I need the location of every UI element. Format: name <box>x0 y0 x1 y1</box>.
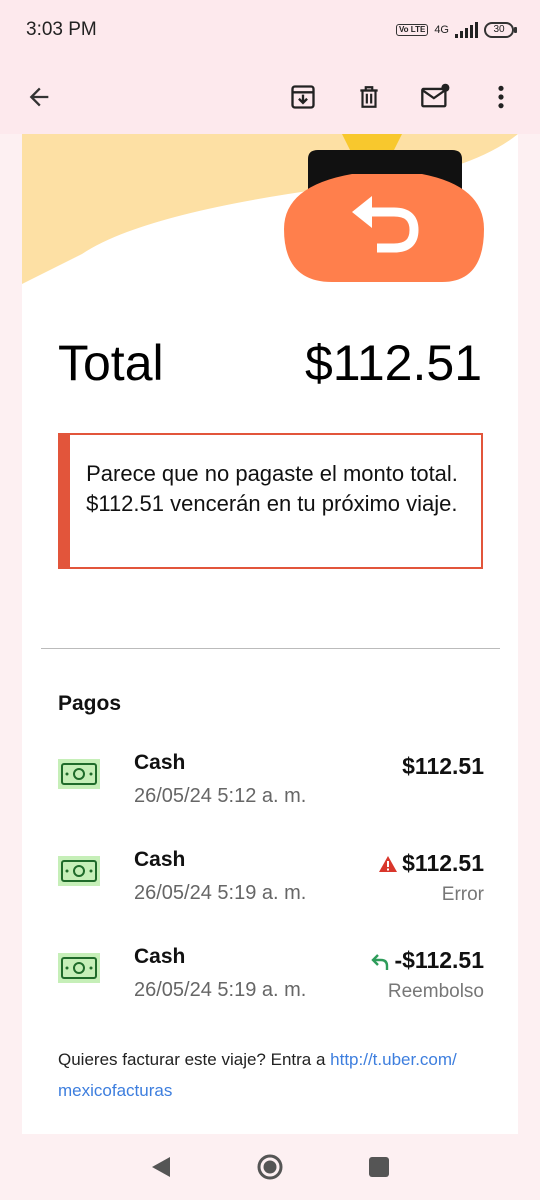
invoice-note: Quieres facturar este viaje? Entra a htt… <box>58 1044 488 1106</box>
refund-icon <box>371 953 389 970</box>
payment-amount: $112.51 <box>402 850 484 876</box>
back-arrow-icon[interactable] <box>22 80 56 114</box>
divider <box>41 648 500 649</box>
payment-amount: -$112.51 <box>394 947 484 973</box>
invoice-note-text: Quieres facturar este viaje? Entra a <box>58 1050 331 1069</box>
payment-method: Cash <box>134 848 186 871</box>
status-icons: Vo LTE 4G 30 <box>395 22 517 38</box>
total-row: Total $112.51 <box>58 334 482 392</box>
payment-amount-wrap: -$112.51 <box>370 947 484 974</box>
unpaid-alert: Parece que no pagaste el monto total. $1… <box>58 433 483 569</box>
total-label: Total <box>58 335 164 391</box>
payment-row: Cash 26/05/24 5:19 a. m. -$112.51 Reembo… <box>58 945 484 1015</box>
payment-date: 26/05/24 5:19 a. m. <box>134 979 307 1001</box>
nav-recents-icon[interactable] <box>368 1156 390 1178</box>
battery-icon: 30 <box>484 22 517 38</box>
system-nav-bar <box>0 1134 540 1200</box>
payment-status: Reembolso <box>387 981 484 1002</box>
alert-stripe <box>60 435 71 567</box>
payment-amount-wrap: $112.51 <box>402 753 484 780</box>
network-type: 4G <box>434 24 449 36</box>
payment-method: Cash <box>134 751 186 774</box>
alert-text: Parece que no pagaste el monto total. $1… <box>86 461 458 516</box>
payment-row: Cash 26/05/24 5:12 a. m. $112.51 <box>58 751 484 821</box>
archive-icon[interactable] <box>286 80 320 114</box>
refund-wallet-illustration <box>22 134 518 284</box>
total-amount: $112.51 <box>304 335 482 391</box>
more-vert-icon[interactable] <box>484 80 518 114</box>
cash-icon <box>58 953 100 983</box>
payment-status: Error <box>441 884 484 905</box>
signal-icon <box>455 22 478 38</box>
cash-icon <box>58 856 100 886</box>
status-bar: 3:03 PM Vo LTE 4G 30 <box>0 0 540 60</box>
payment-method: Cash <box>134 945 186 968</box>
status-time: 3:03 PM <box>26 19 97 40</box>
payment-amount: $112.51 <box>402 753 484 779</box>
payment-row: Cash 26/05/24 5:19 a. m. $112.51 Error <box>58 848 484 918</box>
payment-date: 26/05/24 5:12 a. m. <box>134 785 307 807</box>
email-toolbar <box>0 60 540 134</box>
payments-title: Pagos <box>58 692 122 715</box>
nav-home-icon[interactable] <box>256 1153 284 1181</box>
cash-icon <box>58 759 100 789</box>
nav-back-icon[interactable] <box>150 1155 172 1179</box>
payment-date: 26/05/24 5:19 a. m. <box>134 882 307 904</box>
volte-icon: Vo LTE <box>395 24 429 36</box>
warning-icon <box>379 855 398 872</box>
payment-amount-wrap: $112.51 <box>378 850 484 877</box>
trash-icon[interactable] <box>352 80 386 114</box>
email-body: Total $112.51 Parece que no pagaste el m… <box>22 134 518 1134</box>
mark-unread-icon[interactable] <box>418 80 452 114</box>
